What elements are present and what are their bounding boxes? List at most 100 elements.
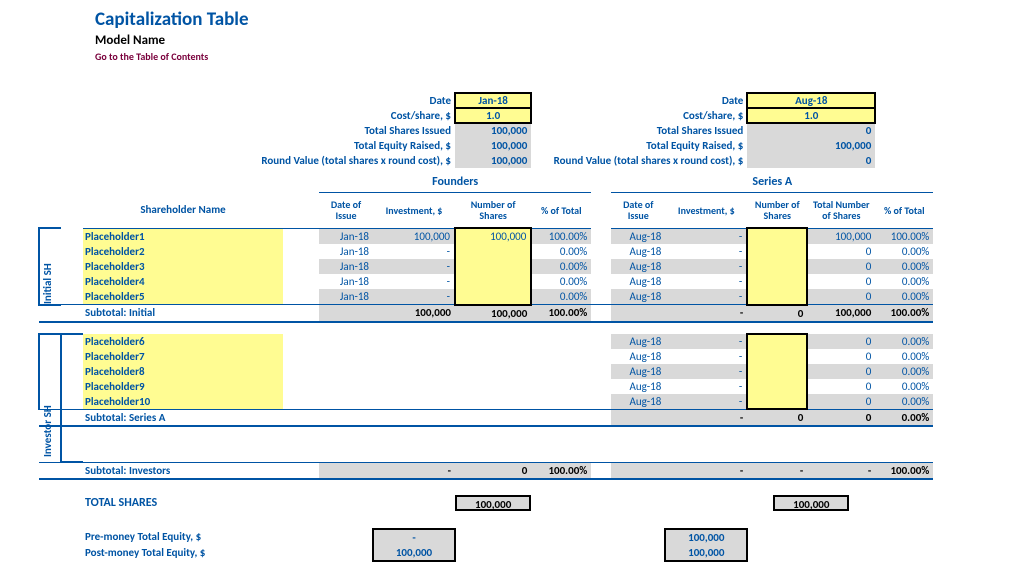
pre-money-f: - — [373, 529, 455, 545]
founders-header: Founders — [319, 174, 591, 192]
f-shares[interactable] — [455, 244, 531, 259]
a-tot: 0 — [807, 349, 875, 364]
page-title: Capitalization Table — [95, 8, 1024, 31]
seriesa-date[interactable]: Aug-18 — [747, 93, 875, 108]
a-tot: 0 — [807, 394, 875, 410]
shareholder-name[interactable]: Placeholder1 — [83, 228, 283, 244]
post-money-f: 100,000 — [373, 545, 455, 561]
shareholder-name[interactable]: Placeholder5 — [83, 289, 283, 305]
a-shares[interactable] — [747, 228, 807, 244]
f-inv: 100,000 — [373, 228, 455, 244]
label-round: Round Value (total shares x round cost),… — [39, 153, 455, 168]
shareholder-name[interactable]: Placeholder10 — [83, 394, 283, 410]
f-shares[interactable]: 100,000 — [455, 228, 531, 244]
col-pct-a: % of Total — [875, 192, 933, 228]
a-pct: 0.00% — [875, 364, 933, 379]
post-money-row: Post-money Total Equity, $ 100,000 100,0… — [39, 545, 933, 561]
sub-init-ainv: - — [665, 305, 747, 322]
table-row: Placeholder3Jan-18-0.00%Aug-18-00.00% — [39, 259, 933, 274]
label-equity: Total Equity Raised, $ — [39, 138, 455, 153]
label-round-2: Round Value (total shares x round cost),… — [531, 153, 747, 168]
founders-cost[interactable]: 1.0 — [455, 108, 531, 123]
sub-inv-fsh: 0 — [455, 462, 531, 479]
sub-inv-finv: - — [373, 462, 455, 479]
toc-link[interactable]: Go to the Table of Contents — [95, 50, 1024, 63]
pre-money-label: Pre-money Total Equity, $ — [83, 529, 283, 545]
a-shares[interactable] — [747, 289, 807, 305]
a-inv: - — [665, 394, 747, 410]
total-shares-label: TOTAL SHARES — [83, 494, 283, 514]
a-shares[interactable] — [747, 274, 807, 289]
a-shares[interactable] — [747, 244, 807, 259]
subtotal-seriesa-label: Subtotal: Series A — [83, 409, 283, 426]
f-inv: - — [373, 274, 455, 289]
investor-sh-label: Investor SH — [40, 405, 55, 457]
a-pct: 0.00% — [875, 334, 933, 349]
sub-inv-fpct: 100.00% — [531, 462, 591, 479]
f-date: Jan-18 — [319, 274, 373, 289]
shareholder-name[interactable]: Placeholder6 — [83, 334, 283, 349]
col-date-a: Date of Issue — [611, 192, 665, 228]
a-pct: 0.00% — [875, 394, 933, 410]
a-pct: 100.00% — [875, 228, 933, 244]
f-pct: 0.00% — [531, 289, 591, 305]
seriesa-cost[interactable]: 1.0 — [747, 108, 875, 123]
seriesa-round: 0 — [747, 153, 875, 168]
total-shares-a: 100,000 — [773, 495, 849, 511]
a-shares[interactable] — [747, 259, 807, 274]
col-sh-a: Number of Shares — [747, 192, 807, 228]
table-row: Initial SHPlaceholder1Jan-18100,000100,0… — [39, 228, 933, 244]
label-cost-2: Cost/share, $ — [531, 108, 747, 123]
sub-init-apct: 100.00% — [875, 305, 933, 322]
f-pct: 0.00% — [531, 274, 591, 289]
subtotal-seriesa-row: Subtotal: Series A - 0 0 0.00% — [39, 409, 933, 426]
shareholder-name[interactable]: Placeholder7 — [83, 349, 283, 364]
a-inv: - — [665, 228, 747, 244]
sub-inv-apct: 100.00% — [875, 462, 933, 479]
a-shares[interactable] — [747, 394, 807, 410]
table-row: Placeholder4Jan-18-0.00%Aug-18-00.00% — [39, 274, 933, 289]
f-shares[interactable] — [455, 259, 531, 274]
sub-sa-ainv: - — [665, 409, 747, 426]
shareholder-name[interactable]: Placeholder3 — [83, 259, 283, 274]
col-inv-a: Investment, $ — [665, 192, 747, 228]
a-pct: 0.00% — [875, 379, 933, 394]
a-shares[interactable] — [747, 334, 807, 349]
initial-sh-label: Initial SH — [40, 263, 55, 304]
f-pct: 0.00% — [531, 244, 591, 259]
founders-shares: 100,000 — [455, 123, 531, 138]
a-inv: - — [665, 334, 747, 349]
a-shares[interactable] — [747, 364, 807, 379]
label-equity-2: Total Equity Raised, $ — [531, 138, 747, 153]
founders-date[interactable]: Jan-18 — [455, 93, 531, 108]
a-date: Aug-18 — [611, 364, 665, 379]
f-inv: - — [373, 259, 455, 274]
a-inv: - — [665, 274, 747, 289]
shareholder-name[interactable]: Placeholder8 — [83, 364, 283, 379]
label-date-2: Date — [531, 93, 747, 108]
f-date: Jan-18 — [319, 244, 373, 259]
shareholder-name[interactable]: Placeholder2 — [83, 244, 283, 259]
a-shares[interactable] — [747, 349, 807, 364]
sub-init-atot: 100,000 — [807, 305, 875, 322]
a-pct: 0.00% — [875, 274, 933, 289]
a-inv: - — [665, 364, 747, 379]
f-shares[interactable] — [455, 289, 531, 305]
table-row: Placeholder7Aug-18-00.00% — [39, 349, 933, 364]
shareholder-name[interactable]: Placeholder9 — [83, 379, 283, 394]
f-inv: - — [373, 289, 455, 305]
f-inv: - — [373, 244, 455, 259]
a-tot: 0 — [807, 244, 875, 259]
summary-date-row: Date Jan-18 Date Aug-18 — [39, 93, 933, 108]
shareholder-name[interactable]: Placeholder4 — [83, 274, 283, 289]
a-tot: 0 — [807, 274, 875, 289]
a-shares[interactable] — [747, 379, 807, 394]
table-row: Placeholder5Jan-18-0.00%Aug-18-00.00% — [39, 289, 933, 305]
f-date: Jan-18 — [319, 259, 373, 274]
cap-table: Date Jan-18 Date Aug-18 Cost/share, $ 1.… — [38, 93, 933, 562]
sub-init-ash: 0 — [747, 305, 807, 322]
col-shareholder: Shareholder Name — [83, 192, 283, 228]
a-date: Aug-18 — [611, 244, 665, 259]
f-shares[interactable] — [455, 274, 531, 289]
total-shares-f: 100,000 — [455, 495, 531, 511]
